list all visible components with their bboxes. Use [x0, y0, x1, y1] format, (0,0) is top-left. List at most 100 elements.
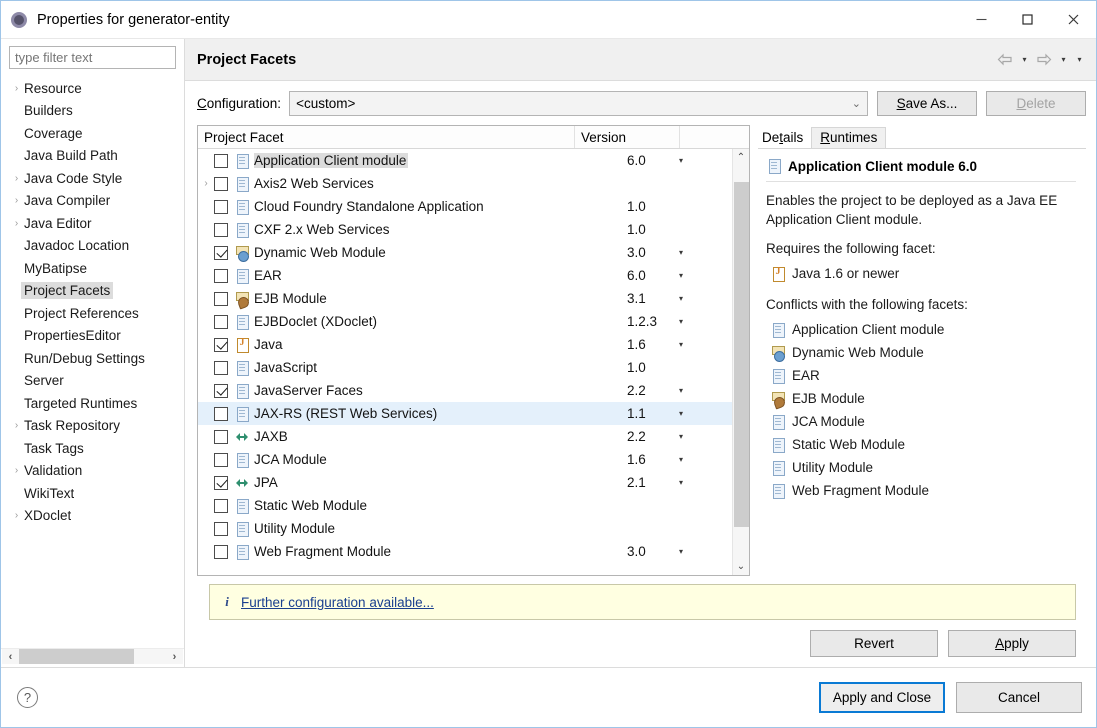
minimize-button[interactable]: [958, 1, 1004, 38]
facet-checkbox[interactable]: [214, 406, 228, 421]
sidebar-item-server[interactable]: Server: [1, 370, 184, 393]
facet-checkbox[interactable]: [214, 429, 228, 444]
version-dropdown-icon[interactable]: ▾: [679, 340, 683, 349]
sidebar-item-wikitext[interactable]: WikiText: [1, 482, 184, 505]
version-dropdown-icon[interactable]: ▾: [679, 455, 683, 464]
version-dropdown-icon[interactable]: ▾: [679, 432, 683, 441]
facet-checkbox[interactable]: [214, 245, 228, 260]
cancel-button[interactable]: Cancel: [956, 682, 1082, 713]
facet-row[interactable]: JAXB 2.2 ▾: [198, 425, 732, 448]
version-dropdown-icon[interactable]: ▾: [679, 248, 683, 257]
column-header-facet[interactable]: Project Facet: [198, 126, 575, 148]
facet-version-cell[interactable]: 3.0 ▾: [627, 544, 732, 559]
maximize-button[interactable]: [1004, 1, 1050, 38]
facet-version-cell[interactable]: 2.2 ▾: [627, 383, 732, 398]
column-header-version[interactable]: Version: [575, 126, 680, 148]
version-dropdown-icon[interactable]: ▾: [679, 409, 683, 418]
back-arrow-icon[interactable]: [995, 49, 1015, 71]
hscroll-track[interactable]: [19, 649, 166, 664]
facet-row[interactable]: EJBDoclet (XDoclet) 1.2.3 ▾: [198, 310, 732, 333]
version-dropdown-icon[interactable]: ▾: [679, 271, 683, 280]
facet-version-cell[interactable]: 6.0 ▾: [627, 268, 732, 283]
sidebar-item-propertieseditor[interactable]: PropertiesEditor: [1, 325, 184, 348]
help-button[interactable]: ?: [17, 687, 38, 708]
facet-checkbox[interactable]: [214, 176, 228, 191]
sidebar-item-mybatipse[interactable]: MyBatipse: [1, 257, 184, 280]
vscroll-track[interactable]: [733, 166, 749, 558]
facet-row[interactable]: Cloud Foundry Standalone Application 1.0: [198, 195, 732, 218]
chevron-right-icon[interactable]: ›: [9, 465, 24, 476]
facet-version-cell[interactable]: 1.0: [627, 222, 732, 237]
facet-checkbox[interactable]: [214, 498, 228, 513]
facet-checkbox[interactable]: [214, 291, 228, 306]
version-dropdown-icon[interactable]: ▾: [679, 478, 683, 487]
tab-runtimes[interactable]: Runtimes: [811, 127, 887, 148]
facet-checkbox[interactable]: [214, 153, 228, 168]
facet-row[interactable]: Web Fragment Module 3.0 ▾: [198, 540, 732, 563]
version-dropdown-icon[interactable]: ▾: [679, 156, 683, 165]
facet-checkbox[interactable]: [214, 383, 228, 398]
facet-row[interactable]: EJB Module 3.1 ▾: [198, 287, 732, 310]
chevron-right-icon[interactable]: ›: [198, 178, 214, 189]
scroll-up-icon[interactable]: ⌃: [733, 149, 749, 166]
menu-dropdown-icon[interactable]: ▾: [1073, 49, 1086, 71]
apply-and-close-button[interactable]: Apply and Close: [819, 682, 945, 713]
facet-row[interactable]: JAX-RS (REST Web Services) 1.1 ▾: [198, 402, 732, 425]
chevron-right-icon[interactable]: ›: [9, 510, 24, 521]
version-dropdown-icon[interactable]: ▾: [679, 547, 683, 556]
facet-version-cell[interactable]: 1.1 ▾: [627, 406, 732, 421]
save-as-button[interactable]: Save As...: [877, 91, 977, 116]
facet-version-cell[interactable]: 1.6 ▾: [627, 452, 732, 467]
sidebar-item-javadoc-location[interactable]: Javadoc Location: [1, 235, 184, 258]
sidebar-item-java-editor[interactable]: › Java Editor: [1, 212, 184, 235]
facet-row[interactable]: JCA Module 1.6 ▾: [198, 448, 732, 471]
sidebar-item-task-repository[interactable]: › Task Repository: [1, 415, 184, 438]
vscroll-thumb[interactable]: [734, 181, 749, 527]
scroll-right-icon[interactable]: ›: [166, 649, 183, 664]
facet-row[interactable]: Utility Module: [198, 517, 732, 540]
facet-version-cell[interactable]: 2.2 ▾: [627, 429, 732, 444]
revert-button[interactable]: Revert: [810, 630, 938, 657]
sidebar-item-coverage[interactable]: Coverage: [1, 122, 184, 145]
facet-checkbox[interactable]: [214, 268, 228, 283]
version-dropdown-icon[interactable]: ▾: [679, 294, 683, 303]
forward-dropdown-icon[interactable]: ▾: [1057, 49, 1070, 71]
scroll-left-icon[interactable]: ‹: [2, 649, 19, 664]
sidebar-item-validation[interactable]: › Validation: [1, 460, 184, 483]
facet-checkbox[interactable]: [214, 360, 228, 375]
chevron-right-icon[interactable]: ›: [9, 83, 24, 94]
sidebar-item-targeted-runtimes[interactable]: Targeted Runtimes: [1, 392, 184, 415]
scroll-down-icon[interactable]: ⌄: [733, 558, 749, 575]
facet-version-cell[interactable]: 1.0: [627, 199, 732, 214]
sidebar-item-project-references[interactable]: Project References: [1, 302, 184, 325]
facet-checkbox[interactable]: [214, 222, 228, 237]
facet-row[interactable]: JavaServer Faces 2.2 ▾: [198, 379, 732, 402]
table-vertical-scrollbar[interactable]: ⌃ ⌄: [732, 149, 749, 575]
facet-row[interactable]: JPA 2.1 ▾: [198, 471, 732, 494]
facet-checkbox[interactable]: [214, 475, 228, 490]
facet-version-cell[interactable]: 3.0 ▾: [627, 245, 732, 260]
sidebar-item-java-build-path[interactable]: Java Build Path: [1, 145, 184, 168]
facet-checkbox[interactable]: [214, 452, 228, 467]
facet-checkbox[interactable]: [214, 544, 228, 559]
facet-checkbox[interactable]: [214, 337, 228, 352]
facet-row[interactable]: Dynamic Web Module 3.0 ▾: [198, 241, 732, 264]
facet-version-cell[interactable]: 2.1 ▾: [627, 475, 732, 490]
facet-row[interactable]: Java 1.6 ▾: [198, 333, 732, 356]
facet-checkbox[interactable]: [214, 521, 228, 536]
sidebar-item-java-code-style[interactable]: › Java Code Style: [1, 167, 184, 190]
facet-checkbox[interactable]: [214, 199, 228, 214]
configuration-combo[interactable]: <custom> ⌄: [289, 91, 868, 116]
filter-input[interactable]: [9, 46, 176, 69]
forward-arrow-icon[interactable]: [1034, 49, 1054, 71]
sidebar-item-builders[interactable]: Builders: [1, 100, 184, 123]
facet-checkbox[interactable]: [214, 314, 228, 329]
version-dropdown-icon[interactable]: ▾: [679, 386, 683, 395]
close-button[interactable]: [1050, 1, 1096, 38]
hscroll-thumb[interactable]: [19, 649, 134, 664]
chevron-right-icon[interactable]: ›: [9, 173, 24, 184]
version-dropdown-icon[interactable]: ▾: [679, 317, 683, 326]
facet-version-cell[interactable]: 1.6 ▾: [627, 337, 732, 352]
facet-version-cell[interactable]: 3.1 ▾: [627, 291, 732, 306]
facet-version-cell[interactable]: 1.2.3 ▾: [627, 314, 732, 329]
